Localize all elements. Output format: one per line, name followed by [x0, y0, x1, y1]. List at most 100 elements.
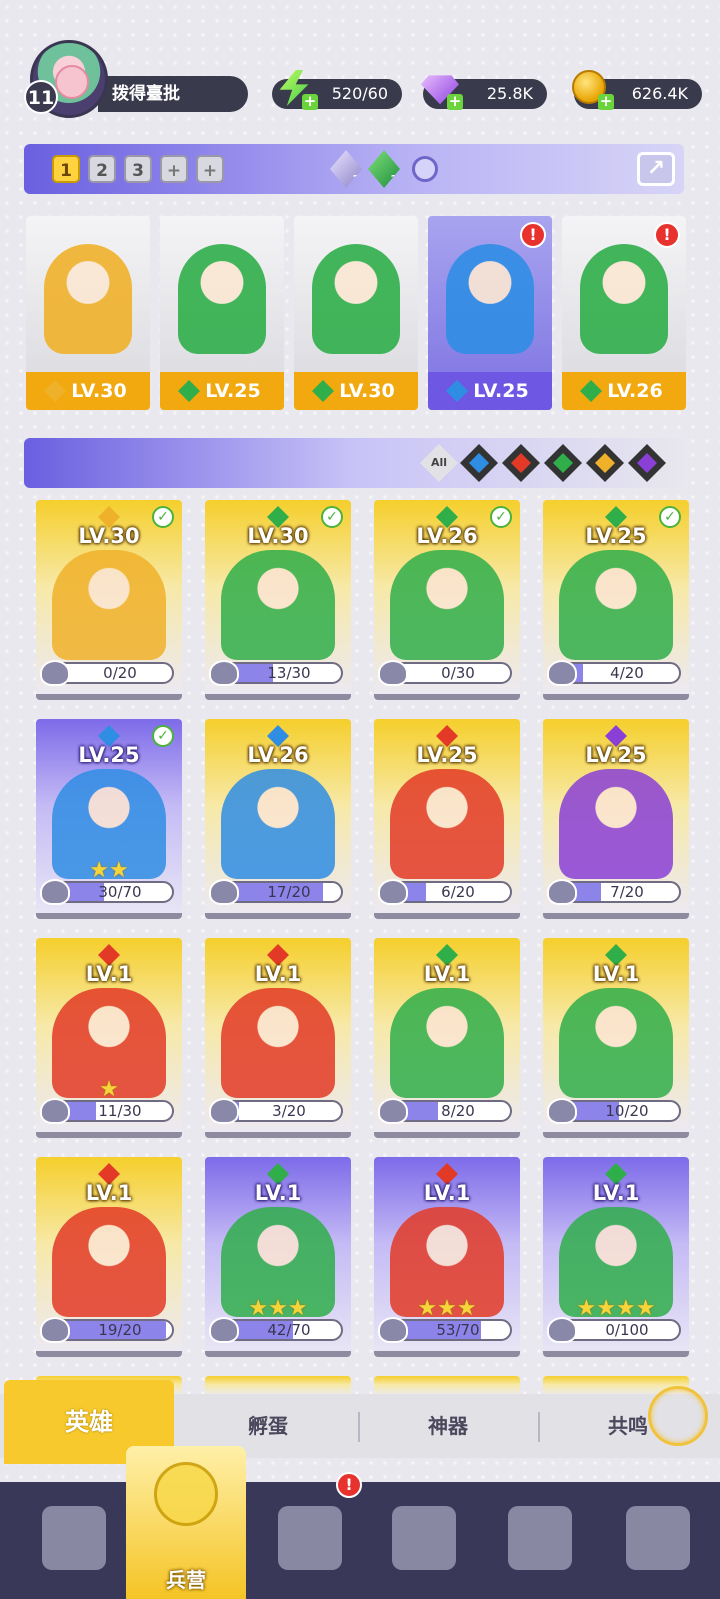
team-hero-card[interactable]: LV.30	[294, 216, 418, 410]
shard-progress-text: 30/70	[98, 883, 142, 901]
nav-barracks-label: 兵营	[166, 1568, 206, 1592]
hero-card[interactable]: LV.1 ★ 11/30	[36, 938, 182, 1138]
hero-portrait	[221, 550, 335, 660]
player-name[interactable]: 拨得臺批	[98, 76, 248, 112]
hero-card[interactable]: LV.30 ✓ 13/30	[205, 500, 351, 700]
hero-level: LV.1	[85, 1181, 133, 1205]
hero-card-partial	[205, 1376, 351, 1396]
shard-icon	[209, 1317, 239, 1343]
water-element-icon	[446, 380, 468, 402]
check-icon: ✓	[490, 506, 512, 528]
shard-icon	[209, 879, 239, 905]
shard-icon	[209, 660, 239, 686]
shard-progress-text: 8/20	[441, 1102, 475, 1120]
hero-card[interactable]: LV.25 6/20	[374, 719, 520, 919]
nature-element-icon	[312, 380, 334, 402]
shard-progress-text: 19/20	[98, 1321, 142, 1339]
team-hero-level-text: LV.25	[205, 380, 261, 402]
hero-card[interactable]: LV.25 ✓ ★★ 30/70	[36, 719, 182, 919]
barracks-icon	[154, 1462, 218, 1526]
purple-crystal-icon: 3	[330, 150, 362, 188]
hero-card[interactable]: LV.1 ★★★★ 0/100	[543, 1157, 689, 1357]
light-element-icon	[44, 380, 66, 402]
filter-all[interactable]: All	[420, 444, 458, 482]
hero-portrait	[580, 244, 668, 354]
floating-action-ring[interactable]	[648, 1386, 708, 1446]
filter-dark-icon[interactable]	[628, 444, 666, 482]
fire-element-icon	[511, 453, 531, 473]
check-icon: ✓	[152, 506, 174, 528]
hero-level: LV.1	[592, 962, 640, 986]
share-button[interactable]: ↗	[637, 152, 675, 186]
hero-card[interactable]: LV.1 10/20	[543, 938, 689, 1138]
team-hero-card[interactable]: LV.25!	[428, 216, 552, 410]
team-hero-level-text: LV.25	[473, 380, 529, 402]
hero-card[interactable]: LV.1 19/20	[36, 1157, 182, 1357]
hero-card[interactable]: LV.30 ✓ 0/20	[36, 500, 182, 700]
alert-icon: !	[654, 222, 680, 248]
team-hero-level: LV.26	[562, 372, 686, 410]
shard-progress-text: 13/30	[267, 664, 311, 682]
cards-icon	[42, 1506, 106, 1570]
shard-icon	[40, 879, 70, 905]
team-slot-add[interactable]: +	[196, 155, 224, 183]
gem-add-icon[interactable]: +	[447, 94, 463, 110]
hero-card[interactable]: LV.25 7/20	[543, 719, 689, 919]
team-hero-card[interactable]: LV.30	[26, 216, 150, 410]
nav-map[interactable]: !	[250, 1472, 370, 1599]
team-hero-card[interactable]: LV.25	[160, 216, 284, 410]
green-crystal-icon: 3	[368, 150, 400, 188]
filter-light-icon[interactable]	[586, 444, 624, 482]
hero-card[interactable]: LV.26 ✓ 0/30	[374, 500, 520, 700]
filter-nature-icon[interactable]	[544, 444, 582, 482]
nav-cards[interactable]	[14, 1482, 134, 1599]
hero-level: LV.1	[254, 1181, 302, 1205]
filter-water-icon[interactable]	[460, 444, 498, 482]
hero-level: LV.26	[247, 743, 309, 767]
dark-element-icon	[637, 453, 657, 473]
hero-portrait	[312, 244, 400, 354]
search-icon[interactable]	[412, 156, 438, 182]
nature-element-icon	[580, 380, 602, 402]
gem-icon[interactable]: +	[421, 70, 463, 110]
shard-icon	[40, 660, 70, 686]
hero-card[interactable]: LV.1 3/20	[205, 938, 351, 1138]
hero-level: LV.25	[585, 743, 647, 767]
nature-element-icon	[553, 453, 573, 473]
team-slot-1[interactable]: 1	[52, 155, 80, 183]
nav-barracks[interactable]: 兵营	[126, 1446, 246, 1599]
hero-card[interactable]: LV.25 ✓ 4/20	[543, 500, 689, 700]
hero-portrait	[559, 550, 673, 660]
coin-icon[interactable]: +	[572, 70, 614, 110]
hero-card[interactable]: LV.1 ★★★ 42/70	[205, 1157, 351, 1357]
tab-artifacts[interactable]: 神器	[360, 1394, 536, 1458]
hero-portrait	[390, 550, 504, 660]
light-element-icon	[595, 453, 615, 473]
shard-progress-text: 17/20	[267, 883, 311, 901]
hero-portrait	[221, 769, 335, 879]
team-hero-level: LV.30	[26, 372, 150, 410]
hero-card[interactable]: LV.1 ★★★ 53/70	[374, 1157, 520, 1357]
filter-fire-icon[interactable]	[502, 444, 540, 482]
hero-card[interactable]: LV.26 17/20	[205, 719, 351, 919]
shard-icon	[378, 1317, 408, 1343]
energy-icon[interactable]: +	[276, 70, 318, 110]
nav-mushroom[interactable]	[480, 1482, 600, 1599]
team-slot-add[interactable]: +	[160, 155, 188, 183]
hero-portrait	[446, 244, 534, 354]
team-hero-card[interactable]: LV.26!	[562, 216, 686, 410]
coin-add-icon[interactable]: +	[598, 94, 614, 110]
energy-add-icon[interactable]: +	[302, 94, 318, 110]
hero-portrait	[44, 244, 132, 354]
shard-progress-text: 6/20	[441, 883, 475, 901]
hero-portrait	[390, 988, 504, 1098]
nature-element-icon	[178, 380, 200, 402]
nav-banner[interactable]	[598, 1482, 718, 1599]
hero-card[interactable]: LV.1 8/20	[374, 938, 520, 1138]
map-icon	[278, 1506, 342, 1570]
shard-progress-text: 53/70	[436, 1321, 480, 1339]
team-slot-3[interactable]: 3	[124, 155, 152, 183]
nav-castle[interactable]	[364, 1482, 484, 1599]
team-slot-2[interactable]: 2	[88, 155, 116, 183]
hero-portrait	[559, 988, 673, 1098]
